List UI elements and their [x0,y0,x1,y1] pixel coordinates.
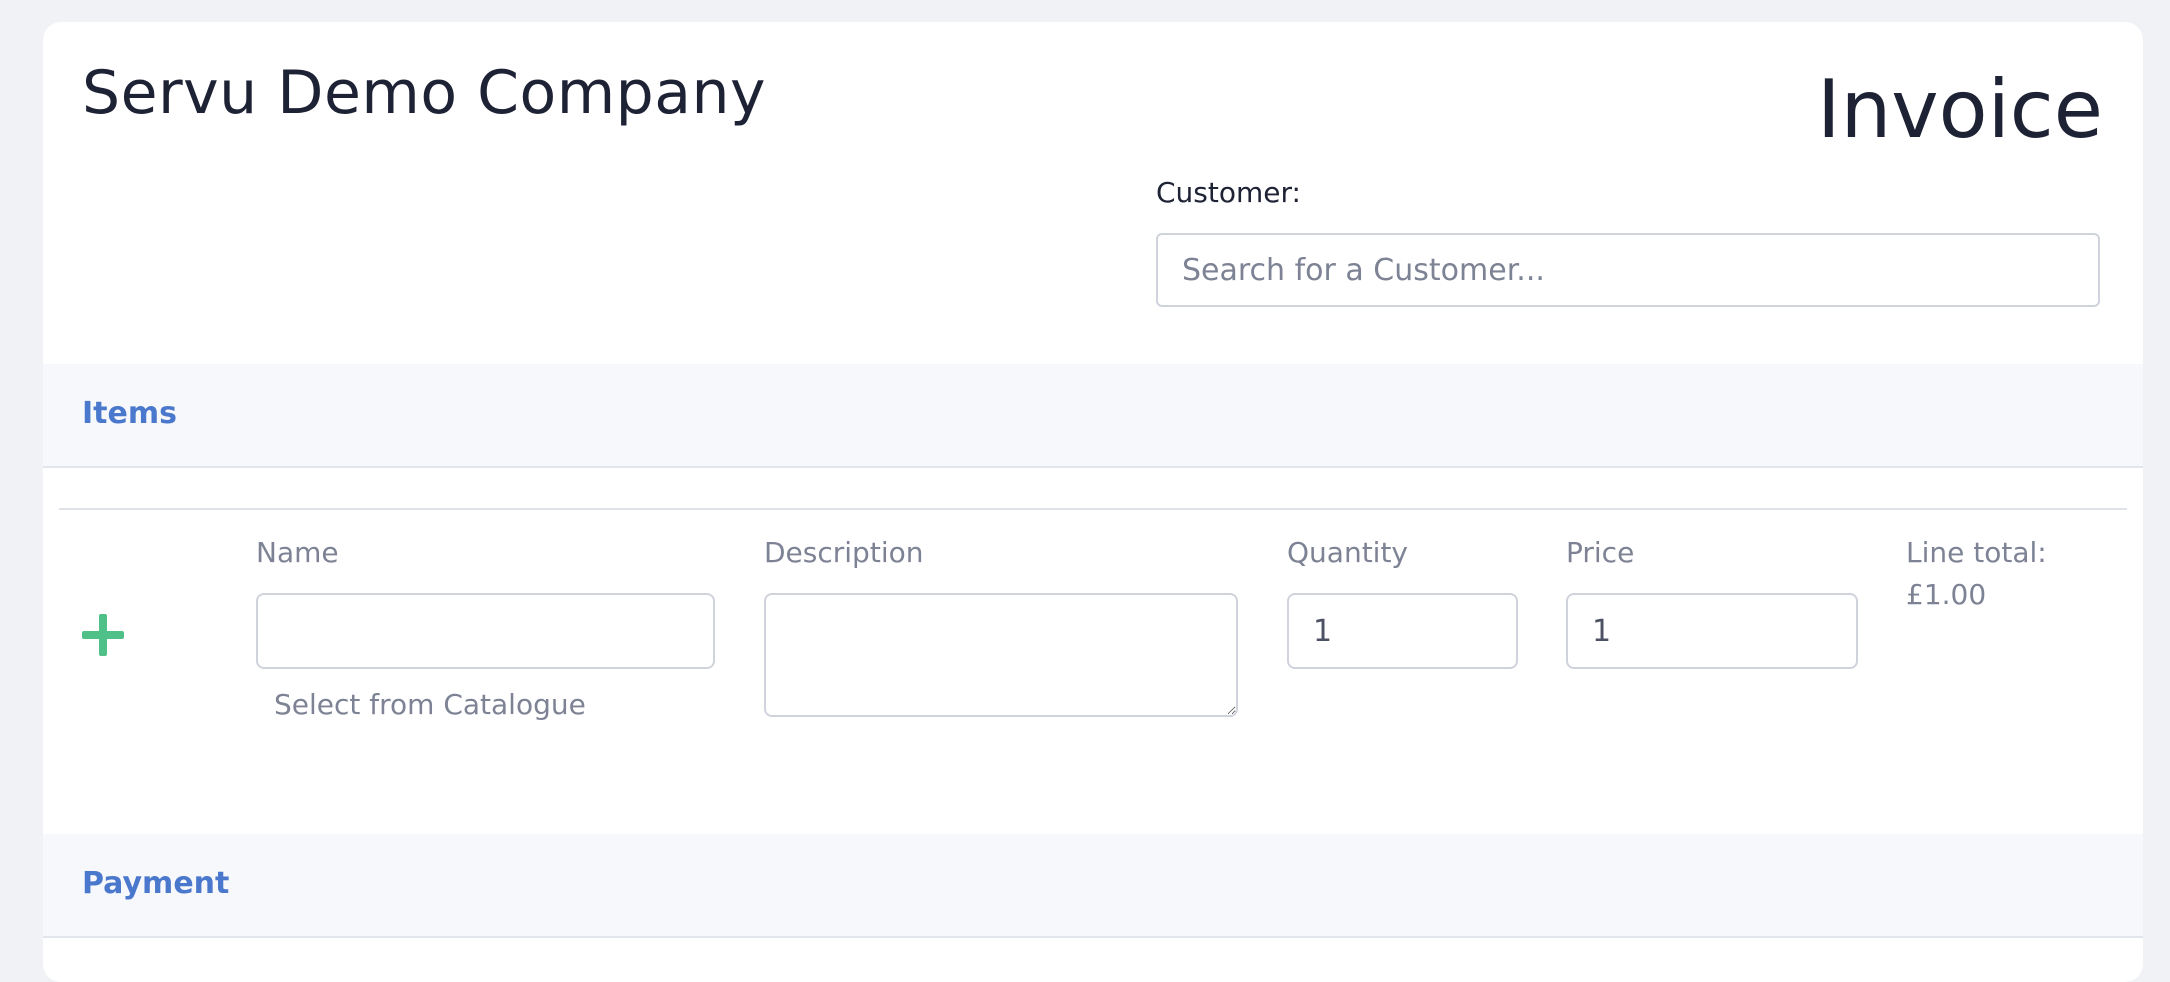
invoice-card: Servu Demo Company Invoice Customer: Ite… [43,22,2143,982]
add-line-plus-icon[interactable] [82,614,124,656]
company-name: Servu Demo Company [82,58,767,128]
description-column-label: Description [764,536,924,569]
customer-search-input[interactable] [1156,233,2100,307]
payment-section-title: Payment [82,866,230,901]
line-total-label: Line total: [1906,536,2047,569]
items-section-title: Items [82,396,177,431]
customer-label: Customer: [1156,176,1301,209]
line-total-value: £1.00 [1906,578,1987,611]
item-price-input[interactable] [1566,593,1858,669]
item-name-input[interactable] [256,593,715,669]
document-title: Invoice [1816,63,2103,156]
payment-section-header: Payment [43,834,2143,938]
items-section-header: Items [43,364,2143,468]
price-column-label: Price [1566,536,1635,569]
item-description-textarea[interactable] [764,593,1238,717]
select-from-catalogue-link[interactable]: Select from Catalogue [274,688,586,721]
line-item-divider [59,508,2127,510]
name-column-label: Name [256,536,339,569]
item-quantity-input[interactable] [1287,593,1518,669]
quantity-column-label: Quantity [1287,536,1408,569]
